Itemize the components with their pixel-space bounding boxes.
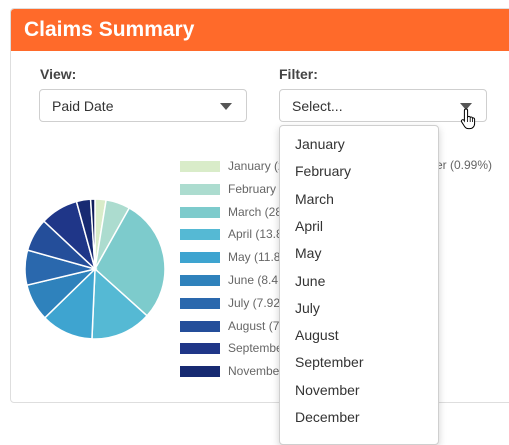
panel-header: Claims Summary xyxy=(11,9,509,51)
legend-swatch xyxy=(180,161,220,172)
filter-option-november[interactable]: November xyxy=(295,382,360,398)
filter-option-june[interactable]: June xyxy=(295,273,325,289)
claims-pie-chart xyxy=(24,198,166,340)
legend-swatch xyxy=(180,297,220,309)
filter-select-placeholder: Select... xyxy=(292,98,343,114)
view-select-value: Paid Date xyxy=(52,98,114,114)
legend-swatch xyxy=(180,320,220,332)
filter-option-september[interactable]: September xyxy=(295,354,363,370)
view-label: View: xyxy=(40,66,77,82)
filter-option-april[interactable]: April xyxy=(295,218,323,234)
legend-label: Novembe xyxy=(228,364,280,379)
view-select[interactable]: Paid Date xyxy=(39,89,247,122)
legend-swatch xyxy=(180,366,220,378)
legend-label: January (2 xyxy=(228,159,285,173)
filter-option-may[interactable]: May xyxy=(295,245,321,261)
filter-dropdown-menu: January February March April May June July Augu… xyxy=(279,125,439,445)
panel-title: Claims Summary xyxy=(24,18,195,41)
legend-label: February xyxy=(228,181,277,196)
legend-label: Septembe xyxy=(228,341,283,356)
legend-swatch xyxy=(180,206,220,218)
legend-label: May (11.8 xyxy=(228,250,281,265)
chevron-down-icon xyxy=(220,103,232,110)
filter-option-march[interactable]: March xyxy=(295,191,334,207)
hand-pointer-icon xyxy=(460,108,476,130)
filter-option-august[interactable]: August xyxy=(295,327,339,343)
legend-swatch xyxy=(180,343,220,355)
legend-label: March (28 xyxy=(228,204,283,219)
legend-label: June (8.4 xyxy=(228,273,279,287)
filter-option-january[interactable]: January xyxy=(295,136,345,152)
legend-label: August (7 xyxy=(228,318,280,333)
filter-option-december[interactable]: December xyxy=(295,409,360,425)
legend-swatch xyxy=(180,252,220,264)
legend-label: April (13.8 xyxy=(228,227,283,242)
legend-swatch xyxy=(180,183,220,195)
filter-select[interactable]: Select... xyxy=(279,89,487,122)
filter-option-july[interactable]: July xyxy=(295,300,320,316)
legend-label: July (7.92 xyxy=(228,295,281,310)
legend-swatch xyxy=(180,275,220,286)
filter-label: Filter: xyxy=(279,66,318,82)
filter-option-february[interactable]: February xyxy=(295,163,351,179)
legend-item-december: er (0.99%) xyxy=(436,158,493,172)
legend-swatch xyxy=(180,229,220,241)
